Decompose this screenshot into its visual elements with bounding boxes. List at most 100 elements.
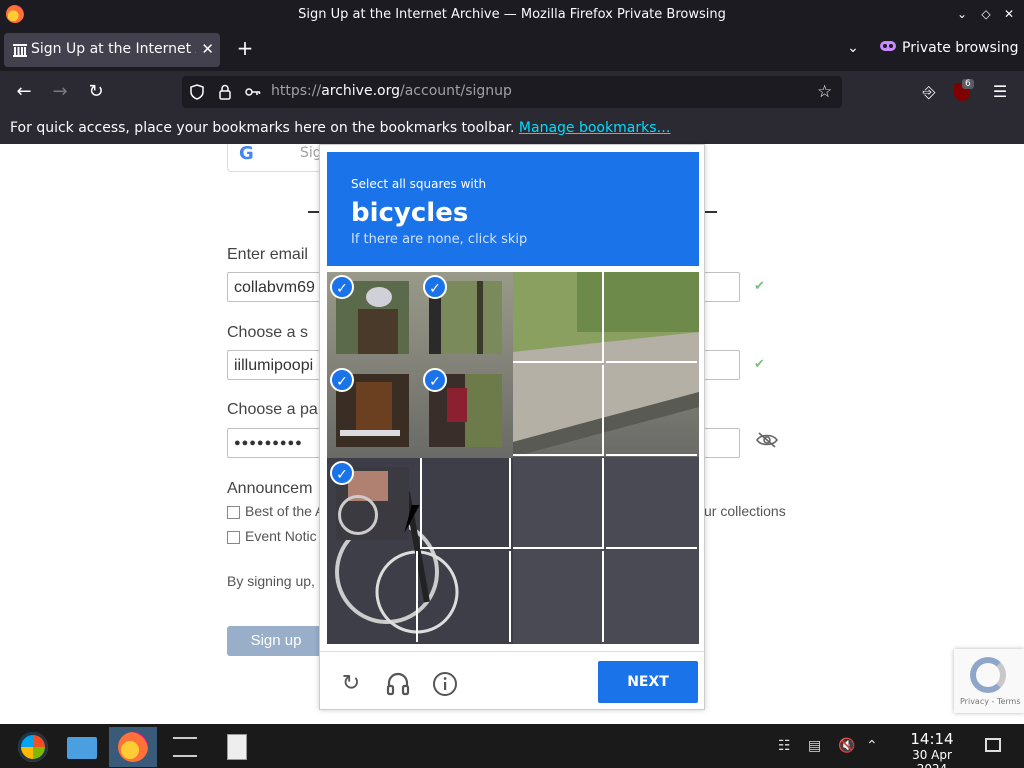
email-valid-check-icon: ✔: [754, 279, 765, 294]
signup-button[interactable]: Sign up: [227, 626, 325, 656]
event-notices-checkbox[interactable]: [227, 531, 240, 544]
bookmarks-toolbar: For quick access, place your bookmarks h…: [0, 113, 1024, 144]
challenge-image-grid: ✓ ✓ ✓ ✓ ✓: [327, 272, 699, 644]
navigation-toolbar: ← → ↻ https://archive.org/account/signup…: [0, 71, 1024, 113]
tab-strip: Sign Up at the Internet Archive ✕ + ⌄ Pr…: [0, 29, 1024, 71]
selected-check-icon: ✓: [423, 368, 447, 392]
grid-tile[interactable]: [513, 365, 604, 456]
divider-right: [705, 211, 717, 213]
clipboard-icon[interactable]: ▤: [808, 738, 821, 754]
grid-tile[interactable]: [606, 551, 697, 642]
collections-text: ur collections: [704, 503, 786, 519]
key-icon[interactable]: [244, 83, 262, 101]
grid-tile[interactable]: [513, 272, 604, 363]
email-label: Enter email: [227, 246, 308, 263]
reload-button[interactable]: ↻: [84, 80, 108, 104]
windows-start-icon: [18, 732, 48, 762]
google-logo-icon: G: [239, 144, 254, 164]
terms-byline: By signing up, y: [227, 573, 326, 589]
url-prefix: https://: [271, 83, 322, 99]
url-text[interactable]: https://archive.org/account/signup: [271, 83, 512, 99]
grid-tile[interactable]: [420, 551, 511, 642]
next-button[interactable]: NEXT: [598, 661, 698, 703]
url-domain: archive.org: [321, 83, 400, 99]
document-icon: [227, 734, 247, 760]
back-button[interactable]: ←: [12, 80, 36, 104]
taskbar-notepad[interactable]: [213, 727, 261, 767]
window-title: Sign Up at the Internet Archive — Mozill…: [298, 7, 726, 22]
screen: Sign Up at the Internet Archive — Mozill…: [0, 0, 1024, 768]
grid-tile[interactable]: [606, 458, 697, 549]
bookmarks-hint: For quick access, place your bookmarks h…: [10, 120, 515, 136]
volume-muted-icon[interactable]: 🔇: [838, 738, 855, 754]
challenge-instruction: Select all squares with: [351, 177, 487, 191]
show-desktop-icon[interactable]: [985, 738, 1001, 752]
tab-signup[interactable]: Sign Up at the Internet Archive ✕: [4, 33, 220, 67]
grid-tile[interactable]: ✓: [420, 272, 511, 363]
window-titlebar: Sign Up at the Internet Archive — Mozill…: [0, 0, 1024, 29]
folder-icon: [67, 737, 97, 759]
menu-hamburger-icon[interactable]: ☰: [988, 80, 1012, 104]
recaptcha-logo-icon: [970, 657, 1006, 693]
eye-slash-icon[interactable]: [756, 432, 778, 448]
tray-expand-icon[interactable]: ⌃: [866, 738, 878, 754]
tab-label: Sign Up at the Internet Archive: [31, 41, 196, 57]
grid-tile[interactable]: ✓: [327, 458, 418, 549]
grid-tile[interactable]: [606, 365, 697, 456]
challenge-header: Select all squares with bicycles If ther…: [327, 152, 699, 266]
reload-challenge-icon[interactable]: ↻: [338, 671, 364, 697]
best-of-checkbox[interactable]: [227, 506, 240, 519]
grid-tile[interactable]: [513, 458, 604, 549]
extensions-puzzle-icon[interactable]: ⎆: [917, 80, 941, 104]
recaptcha-badge[interactable]: Privacy - Terms: [954, 649, 1024, 713]
private-label: Private browsing: [902, 40, 1019, 56]
grid-tile[interactable]: ✓: [327, 365, 418, 456]
network-icon[interactable]: ☷: [778, 738, 791, 754]
taskbar-file-explorer[interactable]: [58, 727, 106, 767]
selected-check-icon: ✓: [330, 368, 354, 392]
minimize-button[interactable]: ⌄: [953, 5, 971, 23]
grid-tile[interactable]: ✓: [327, 272, 418, 363]
forward-button[interactable]: →: [48, 80, 72, 104]
private-browsing-indicator: Private browsing: [880, 40, 1019, 56]
bookmarks-message: For quick access, place your bookmarks h…: [10, 120, 670, 136]
firefox-icon: [118, 732, 148, 762]
close-tab-icon[interactable]: ✕: [201, 40, 214, 58]
maximize-button[interactable]: ◇: [977, 5, 995, 23]
settings-sliders-icon: [173, 737, 197, 757]
bookmark-star-icon[interactable]: ☆: [817, 82, 832, 102]
grid-tile[interactable]: [420, 458, 511, 549]
audio-challenge-headphones-icon[interactable]: [385, 671, 411, 697]
clock-date: 30 Apr 2024: [912, 748, 952, 768]
archive-building-icon: [13, 44, 27, 57]
grid-tile[interactable]: [513, 551, 604, 642]
challenge-footer: ↻ NEXT: [320, 651, 704, 709]
challenge-hint: If there are none, click skip: [351, 232, 528, 247]
grid-tile[interactable]: ✓: [420, 365, 511, 456]
info-icon[interactable]: [432, 671, 458, 697]
new-tab-button[interactable]: +: [234, 37, 256, 61]
taskbar-firefox[interactable]: [109, 727, 157, 767]
recaptcha-challenge: Select all squares with bicycles If ther…: [319, 144, 705, 710]
tracking-shield-icon[interactable]: [188, 83, 206, 101]
selected-check-icon: ✓: [330, 461, 354, 485]
screenname-valid-check-icon: ✔: [754, 357, 765, 372]
taskbar-settings[interactable]: [161, 727, 209, 767]
manage-bookmarks-link[interactable]: Manage bookmarks…: [519, 120, 671, 136]
grid-tile[interactable]: [327, 551, 418, 642]
recaptcha-privacy-terms[interactable]: Privacy - Terms: [960, 697, 1021, 706]
url-bar[interactable]: https://archive.org/account/signup ☆: [182, 76, 842, 108]
grid-tile[interactable]: [606, 272, 697, 363]
announcements-label: Announcem: [227, 480, 313, 497]
system-clock[interactable]: 14:14 30 Apr 2024: [896, 730, 968, 768]
close-window-button[interactable]: ✕: [1000, 5, 1018, 23]
selected-check-icon: ✓: [330, 275, 354, 299]
start-button[interactable]: [10, 727, 58, 767]
best-of-label: Best of the A: [245, 503, 325, 519]
selected-check-icon: ✓: [423, 275, 447, 299]
list-all-tabs-button[interactable]: ⌄: [844, 40, 862, 58]
lock-icon[interactable]: [216, 83, 234, 101]
private-mask-icon: [880, 41, 896, 51]
clock-time: 14:14: [910, 730, 954, 748]
event-notices-label: Event Notic: [245, 528, 317, 544]
